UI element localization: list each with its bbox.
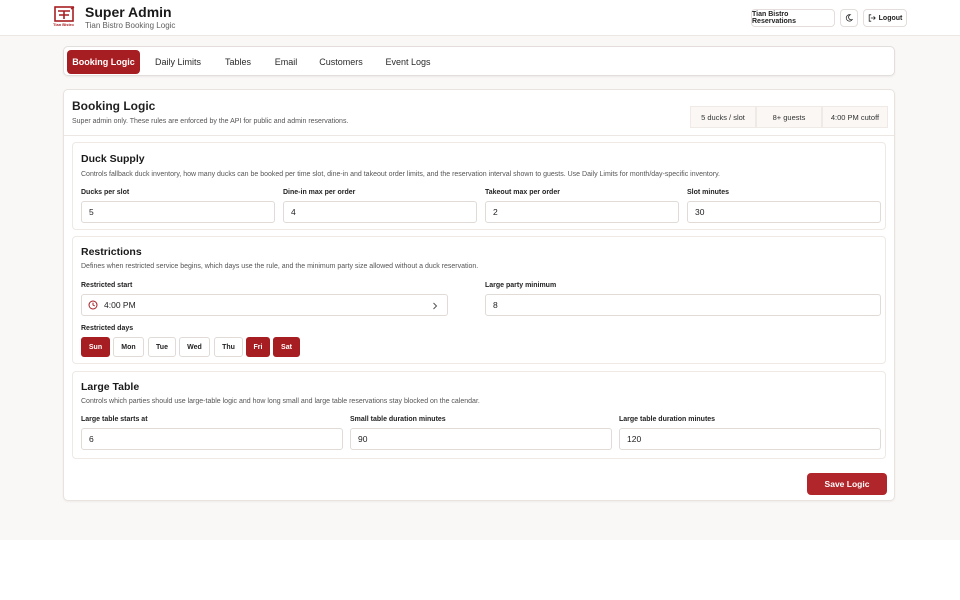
duck-supply-description: Controls fallback duck inventory, how ma…: [81, 171, 720, 178]
large-table-title: Large Table: [81, 381, 140, 393]
tab-tables[interactable]: Tables: [216, 50, 260, 74]
large-table-starts-label: Large table starts at: [81, 416, 148, 423]
large-table-description: Controls which parties should use large-…: [81, 398, 480, 405]
stat-ducks-per-slot: 5 ducks / slot: [690, 106, 756, 128]
day-sun[interactable]: Sun: [81, 337, 110, 357]
logout-button[interactable]: Logout: [863, 9, 907, 27]
ducks-per-slot-input[interactable]: 5: [81, 201, 275, 223]
brand-logo: Tian Bistro: [52, 5, 78, 29]
moon-icon: [845, 14, 853, 22]
restrictions-description: Defines when restricted service begins, …: [81, 263, 479, 270]
ducks-per-slot-label: Ducks per slot: [81, 189, 130, 196]
clock-icon: [88, 300, 98, 310]
large-party-input[interactable]: 8: [485, 294, 881, 316]
section-tabs: Booking Logic Daily Limits Tables Email …: [63, 46, 895, 76]
logout-icon: [868, 14, 876, 22]
card-description: Super admin only. These rules are enforc…: [72, 118, 349, 125]
tab-customers[interactable]: Customers: [312, 50, 370, 74]
page-subtitle: Tian Bistro Booking Logic: [85, 21, 176, 30]
slot-minutes-label: Slot minutes: [687, 189, 730, 196]
restricted-start-value: 4:00 PM: [104, 300, 136, 310]
page-title: Super Admin: [85, 4, 172, 20]
takeout-max-input[interactable]: 2: [485, 201, 679, 223]
large-table-duration-input[interactable]: 120: [619, 428, 881, 450]
duck-supply-title: Duck Supply: [81, 153, 145, 165]
tab-email[interactable]: Email: [266, 50, 306, 74]
restricted-start-input[interactable]: 4:00 PM: [81, 294, 448, 316]
booking-logic-card: Booking Logic Super admin only. These ru…: [63, 89, 895, 501]
day-tue[interactable]: Tue: [148, 337, 176, 357]
dine-in-max-label: Dine-in max per order: [283, 189, 356, 196]
day-mon[interactable]: Mon: [113, 337, 144, 357]
restaurant-button[interactable]: Tian Bistro Reservations: [751, 9, 835, 27]
small-table-duration-label: Small table duration minutes: [350, 416, 446, 423]
logo-text: Tian Bistro: [53, 22, 74, 27]
card-header: Booking Logic Super admin only. These ru…: [64, 90, 894, 136]
takeout-max-label: Takeout max per order: [485, 189, 560, 196]
tab-booking-logic[interactable]: Booking Logic: [67, 50, 140, 74]
small-table-duration-input[interactable]: 90: [350, 428, 612, 450]
save-logic-button[interactable]: Save Logic: [807, 473, 887, 495]
large-table-duration-label: Large table duration minutes: [619, 416, 716, 423]
large-table-section: Large Table Controls which parties shoul…: [72, 371, 886, 459]
tab-daily-limits[interactable]: Daily Limits: [146, 50, 210, 74]
tab-event-logs[interactable]: Event Logs: [378, 50, 438, 74]
large-party-label: Large party minimum: [485, 282, 557, 289]
restricted-days-label: Restricted days: [81, 325, 134, 332]
restrictions-section: Restrictions Defines when restricted ser…: [72, 236, 886, 364]
theme-toggle-button[interactable]: [840, 9, 858, 27]
restricted-days-group: Sun Mon Tue Wed Thu Fri Sat: [81, 337, 381, 357]
restaurant-button-label: Tian Bistro Reservations: [752, 11, 796, 25]
day-fri[interactable]: Fri: [246, 337, 270, 357]
duck-supply-section: Duck Supply Controls fallback duck inven…: [72, 142, 886, 230]
stat-large-party: 8+ guests: [756, 106, 822, 128]
large-table-starts-input[interactable]: 6: [81, 428, 343, 450]
day-wed[interactable]: Wed: [179, 337, 210, 357]
logout-label: Logout: [878, 14, 903, 22]
card-title: Booking Logic: [72, 99, 156, 113]
chevron-right-icon: [433, 302, 438, 310]
top-header: Tian Bistro Super Admin Tian Bistro Book…: [0, 0, 960, 36]
restrictions-title: Restrictions: [81, 246, 142, 258]
slot-minutes-input[interactable]: 30: [687, 201, 881, 223]
day-thu[interactable]: Thu: [214, 337, 243, 357]
dine-in-max-input[interactable]: 4: [283, 201, 477, 223]
stat-cutoff: 4:00 PM cutoff: [822, 106, 888, 128]
day-sat[interactable]: Sat: [273, 337, 300, 357]
restricted-start-label: Restricted start: [81, 282, 133, 289]
